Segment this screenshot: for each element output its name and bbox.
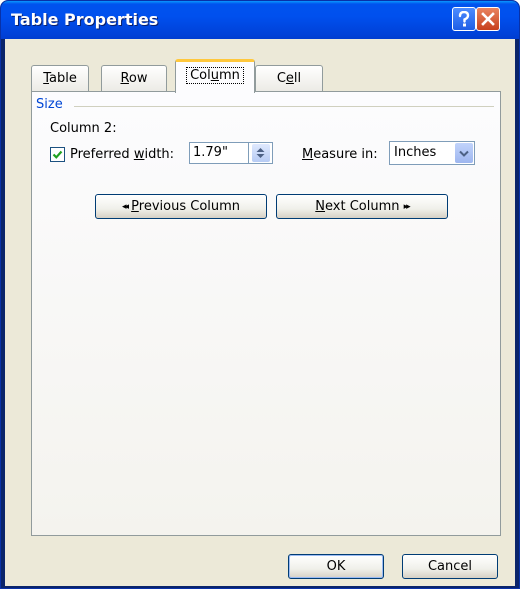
column-number-label: Column 2: xyxy=(50,121,117,136)
previous-column-label: Previous Column xyxy=(131,199,241,214)
tab-column[interactable]: Column xyxy=(175,59,255,93)
previous-arrows-icon: ◂◂ xyxy=(121,201,129,212)
chevron-down-icon xyxy=(459,150,469,157)
preferred-width-input[interactable]: 1.79" xyxy=(189,142,249,164)
measure-in-select[interactable]: Inches xyxy=(389,141,475,165)
column-tab-panel: Size Column 2: Preferred width: 1.79" Me… xyxy=(31,91,501,536)
dialog-client-area: Table Row Column Cell Size Column 2: Pre… xyxy=(5,39,515,586)
cancel-button[interactable]: Cancel xyxy=(402,554,498,579)
size-group-label: Size xyxy=(36,97,63,112)
measure-in-value: Inches xyxy=(394,145,437,160)
close-button[interactable] xyxy=(476,7,500,31)
tab-cell-label: Cell xyxy=(276,71,302,86)
tab-row[interactable]: Row xyxy=(101,65,167,91)
preferred-width-checkbox[interactable] xyxy=(50,147,65,162)
preferred-width-label: Preferred width: xyxy=(70,147,175,162)
dropdown-button[interactable] xyxy=(455,143,473,163)
width-spinner[interactable] xyxy=(249,142,273,164)
window-title: Table Properties xyxy=(11,10,159,29)
next-arrows-icon: ▸▸ xyxy=(403,201,411,212)
help-button[interactable] xyxy=(452,7,476,31)
measure-in-label: Measure in: xyxy=(302,147,378,162)
close-icon xyxy=(481,12,495,26)
tab-cell[interactable]: Cell xyxy=(255,65,323,91)
ok-button[interactable]: OK xyxy=(288,554,384,579)
next-column-label: Next Column xyxy=(315,199,400,214)
help-icon xyxy=(458,11,470,27)
spin-down-icon[interactable] xyxy=(256,153,265,159)
checkmark-icon xyxy=(52,150,63,159)
size-group-divider xyxy=(74,106,494,107)
tab-table[interactable]: Table xyxy=(31,65,89,91)
next-column-button[interactable]: Next Column ▸▸ xyxy=(276,194,448,219)
tab-column-label: Column xyxy=(186,67,244,84)
previous-column-button[interactable]: ◂◂ Previous Column xyxy=(95,194,267,219)
title-bar[interactable]: Table Properties xyxy=(1,1,519,39)
tab-table-label: Table xyxy=(43,71,77,86)
tab-row-label: Row xyxy=(120,71,148,86)
table-properties-dialog: Table Properties Table Row Column Cell S… xyxy=(0,0,520,589)
